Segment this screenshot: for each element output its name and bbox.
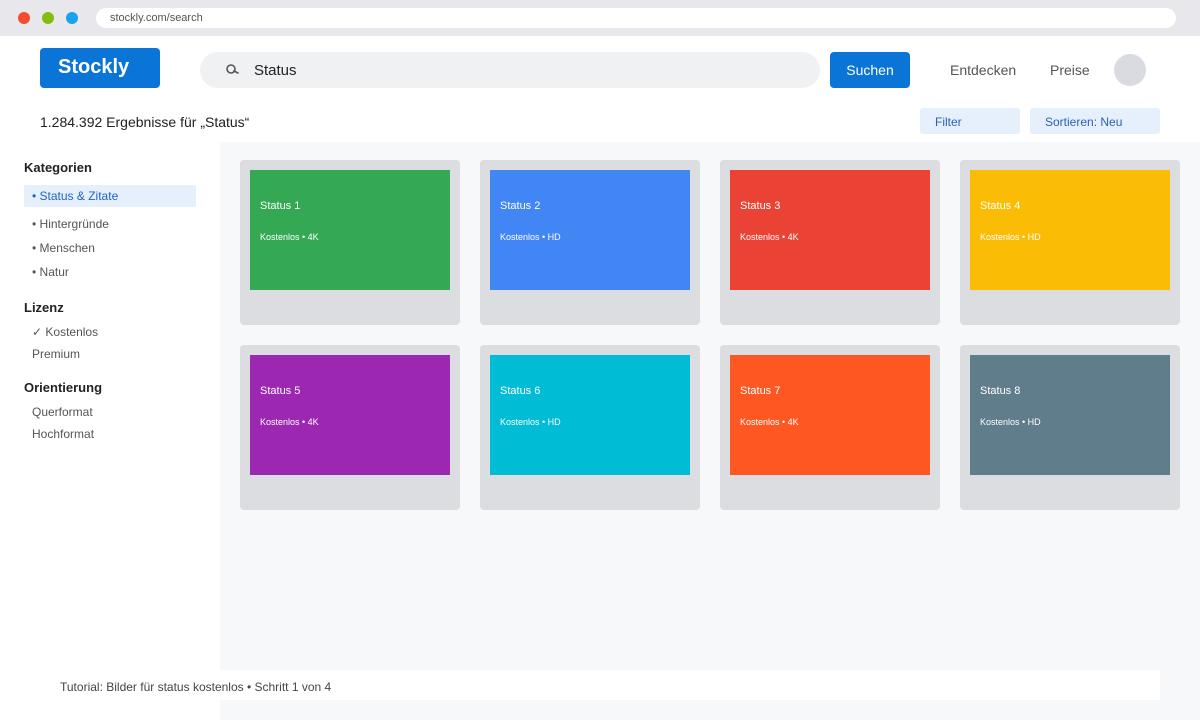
image-title: Status 5	[260, 385, 301, 397]
tutorial-caption: Tutorial: Bilder für status kostenlos • …	[40, 670, 1160, 700]
avatar[interactable]	[1114, 54, 1146, 86]
license-option-free[interactable]: ✓ Kostenlos	[32, 325, 98, 339]
image-meta: Kostenlos • 4K	[740, 232, 799, 242]
image-meta: Kostenlos • 4K	[740, 417, 799, 427]
license-heading: Lizenz	[24, 300, 64, 315]
image-card[interactable]: Status 3 Kostenlos • 4K	[720, 160, 940, 325]
category-item-nature[interactable]: • Natur	[32, 265, 69, 279]
image-card[interactable]: Status 4 Kostenlos • HD	[960, 160, 1180, 325]
image-card[interactable]: Status 1 Kostenlos • 4K	[240, 160, 460, 325]
minimize-window-icon[interactable]	[42, 12, 54, 24]
category-item-people[interactable]: • Menschen	[32, 241, 95, 255]
image-thumbnail[interactable]: Status 5 Kostenlos • 4K	[250, 355, 450, 475]
search-icon	[226, 64, 239, 74]
image-card[interactable]: Status 5 Kostenlos • 4K	[240, 345, 460, 510]
orientation-heading: Orientierung	[24, 380, 103, 395]
image-thumbnail[interactable]: Status 7 Kostenlos • 4K	[730, 355, 930, 475]
filter-sidebar: Kategorien • Status & Zitate • Hintergrü…	[0, 142, 220, 720]
category-item-status-quotes[interactable]: • Status & Zitate	[24, 185, 196, 207]
nav-link-prices[interactable]: Preise	[1050, 62, 1090, 78]
logo[interactable]: Stockly	[40, 48, 160, 88]
categories-heading: Kategorien	[24, 160, 92, 175]
nav-link-discover[interactable]: Entdecken	[950, 62, 1016, 78]
browser-chrome: stockly.com/search	[0, 0, 1200, 36]
image-meta: Kostenlos • HD	[500, 232, 561, 242]
search-button[interactable]: Suchen	[830, 52, 910, 88]
image-card[interactable]: Status 2 Kostenlos • HD	[480, 160, 700, 325]
orientation-option-landscape[interactable]: Querformat	[32, 405, 93, 419]
filter-button[interactable]: Filter	[920, 108, 1020, 134]
image-title: Status 6	[500, 385, 541, 397]
image-title: Status 3	[740, 200, 781, 212]
image-card[interactable]: Status 7 Kostenlos • 4K	[720, 345, 940, 510]
image-thumbnail[interactable]: Status 4 Kostenlos • HD	[970, 170, 1170, 290]
sort-dropdown[interactable]: Sortieren: Neu	[1030, 108, 1160, 134]
orientation-option-portrait[interactable]: Hochformat	[32, 427, 94, 441]
license-option-premium[interactable]: Premium	[32, 347, 80, 361]
results-grid: Status 1 Kostenlos • 4K Status 2 Kostenl…	[220, 142, 1200, 720]
category-item-backgrounds[interactable]: • Hintergründe	[32, 217, 109, 231]
image-card[interactable]: Status 8 Kostenlos • HD	[960, 345, 1180, 510]
image-meta: Kostenlos • 4K	[260, 232, 319, 242]
image-thumbnail[interactable]: Status 2 Kostenlos • HD	[490, 170, 690, 290]
maximize-window-icon[interactable]	[66, 12, 78, 24]
image-meta: Kostenlos • HD	[980, 417, 1041, 427]
address-bar[interactable]: stockly.com/search	[96, 8, 1176, 28]
image-thumbnail[interactable]: Status 1 Kostenlos • 4K	[250, 170, 450, 290]
close-window-icon[interactable]	[18, 12, 30, 24]
search-input[interactable]	[254, 60, 794, 80]
image-thumbnail[interactable]: Status 3 Kostenlos • 4K	[730, 170, 930, 290]
image-title: Status 8	[980, 385, 1021, 397]
result-count: 1.284.392 Ergebnisse für „Status“	[40, 114, 250, 130]
image-meta: Kostenlos • 4K	[260, 417, 319, 427]
image-title: Status 4	[980, 200, 1021, 212]
image-title: Status 7	[740, 385, 781, 397]
image-thumbnail[interactable]: Status 6 Kostenlos • HD	[490, 355, 690, 475]
image-thumbnail[interactable]: Status 8 Kostenlos • HD	[970, 355, 1170, 475]
image-meta: Kostenlos • HD	[980, 232, 1041, 242]
image-meta: Kostenlos • HD	[500, 417, 561, 427]
image-card[interactable]: Status 6 Kostenlos • HD	[480, 345, 700, 510]
search-bar[interactable]	[200, 52, 820, 88]
image-title: Status 1	[260, 200, 301, 212]
image-title: Status 2	[500, 200, 541, 212]
